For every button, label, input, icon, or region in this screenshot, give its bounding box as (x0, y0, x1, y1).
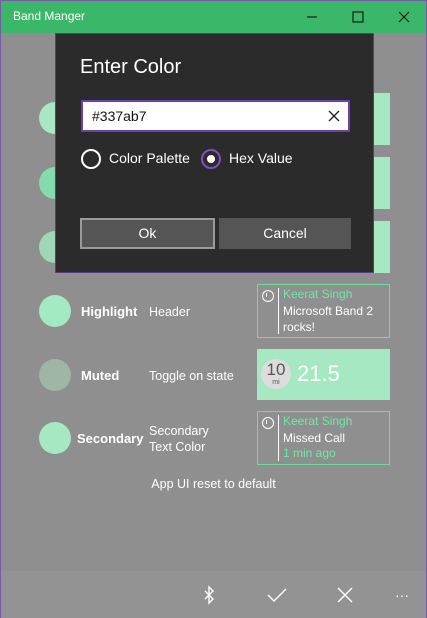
close-window-button[interactable] (381, 1, 427, 33)
metric-circle-value: 10 (266, 360, 286, 379)
color-swatch-highlight[interactable] (39, 295, 71, 327)
maximize-button[interactable] (335, 1, 381, 33)
row-desc-secondary: Secondary Text Color (149, 424, 209, 454)
message-icon (262, 417, 274, 429)
more-button[interactable]: ··· (378, 571, 426, 618)
hex-color-value: #337ab7 (92, 108, 147, 124)
tile-divider (278, 288, 279, 334)
radio-label: Color Palette (109, 150, 190, 166)
tile-preview-highlight: Keerat Singh Microsoft Band 2 rocks! (257, 284, 390, 338)
maximize-icon (352, 11, 364, 23)
tile-message: Missed Call (283, 431, 346, 445)
window-title: Band Manger (13, 9, 86, 23)
more-icon: ··· (395, 586, 409, 603)
close-icon (337, 587, 353, 602)
tile-preview-base (373, 93, 390, 145)
radio-hex-value[interactable]: Hex Value (201, 148, 301, 170)
tile-message: Microsoft Band 2 rocks! (283, 304, 374, 334)
radio-color-palette[interactable]: Color Palette (81, 148, 201, 170)
radio-button-ring-selected (201, 149, 221, 169)
minimize-button[interactable] (289, 1, 335, 33)
check-icon (267, 588, 287, 602)
row-desc-muted: Toggle on state (149, 369, 234, 383)
tile-preview-secondary: Keerat Singh Missed Call 1 min ago (257, 411, 390, 465)
tile-divider (278, 415, 279, 461)
tile-time: 1 min ago (283, 446, 336, 460)
color-swatch-muted[interactable] (39, 359, 71, 391)
enter-color-dialog: Enter Color #337ab7 Color Palette Hex Va… (55, 33, 374, 273)
command-bar: ··· (1, 571, 426, 618)
tile-sender: Keerat Singh (283, 414, 353, 428)
app-window: Band Manger Highlight Header Keerat Sing… (0, 0, 427, 618)
radio-button-ring (81, 149, 101, 169)
tile-sender: Keerat Singh (283, 287, 353, 301)
dialog-title: Enter Color (80, 56, 182, 78)
row-label-secondary: Secondary (77, 431, 144, 446)
metric-circle: 10 mi (261, 359, 291, 389)
minimize-icon (307, 16, 317, 18)
row-label-highlight: Highlight (81, 304, 138, 319)
close-icon (398, 11, 410, 23)
row-label-muted: Muted (81, 368, 120, 383)
message-icon (262, 290, 274, 302)
tile-preview-muted: 10 mi 21.5 (257, 349, 390, 400)
discard-button[interactable] (321, 571, 369, 618)
status-text: App UI reset to default (151, 477, 276, 491)
hex-color-input[interactable]: #337ab7 (81, 100, 350, 132)
color-swatch-secondary[interactable] (39, 422, 71, 454)
title-bar[interactable]: Band Manger (1, 1, 426, 33)
apply-button[interactable] (253, 571, 301, 618)
cancel-button[interactable]: Cancel (219, 218, 351, 249)
metric-circle-unit: mi (272, 379, 280, 386)
metric-value: 21.5 (297, 361, 340, 386)
tile-preview-lowlight (373, 221, 390, 273)
ok-button[interactable]: Ok (80, 218, 215, 249)
radio-label: Hex Value (229, 150, 293, 166)
bluetooth-button[interactable] (185, 571, 233, 618)
row-desc-highlight: Header (149, 305, 190, 319)
tile-preview-highlight-alt (373, 157, 390, 209)
bluetooth-icon (204, 584, 214, 605)
clear-input-icon[interactable] (328, 110, 340, 122)
